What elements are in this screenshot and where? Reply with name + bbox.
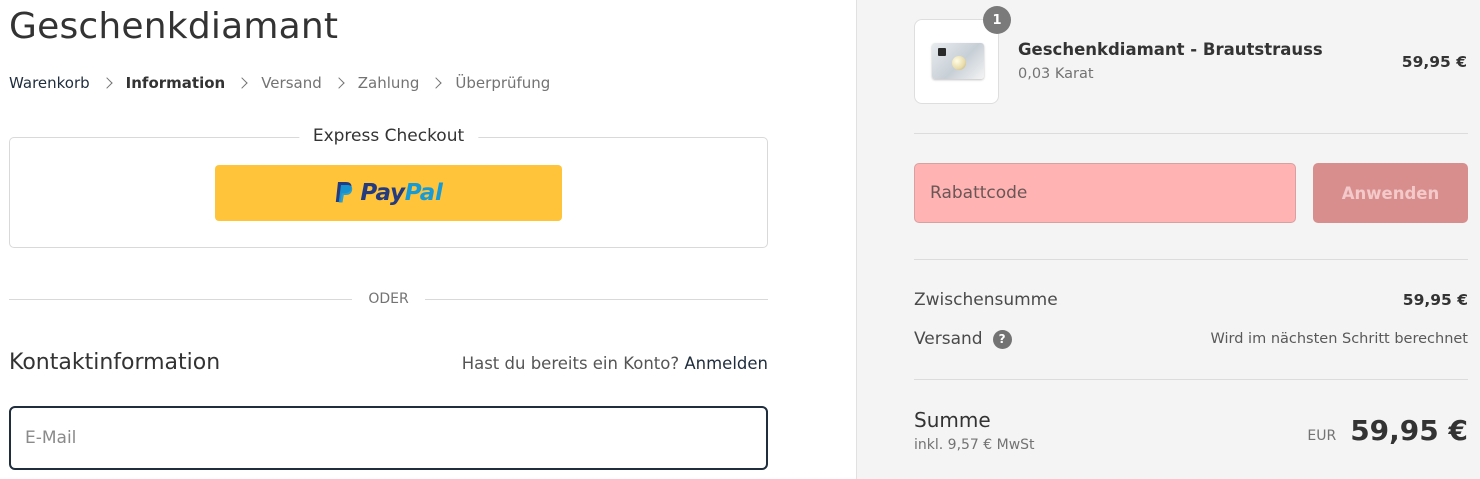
divider bbox=[914, 259, 1468, 260]
paypal-logo-icon bbox=[336, 182, 353, 203]
chevron-right-icon bbox=[333, 77, 345, 89]
or-divider: ODER bbox=[9, 289, 768, 309]
currency-code: EUR bbox=[1307, 428, 1337, 444]
apply-discount-button[interactable]: Anwenden bbox=[1313, 163, 1468, 223]
shipping-value: Wird im nächsten Schritt berechnet bbox=[1210, 331, 1468, 347]
breadcrumb: Warenkorb Information Versand Zahlung Üb… bbox=[9, 74, 550, 92]
divider bbox=[914, 379, 1468, 380]
quantity-badge: 1 bbox=[983, 6, 1011, 34]
express-checkout-title: Express Checkout bbox=[298, 126, 479, 146]
help-icon[interactable]: ? bbox=[992, 329, 1012, 349]
subtotal-row: Zwischensumme 59,95 € bbox=[914, 290, 1468, 310]
product-name: Geschenkdiamant - Brautstrauss bbox=[1018, 40, 1323, 59]
paypal-button[interactable]: PayPal bbox=[215, 165, 562, 221]
total-label: Summe bbox=[914, 408, 991, 432]
product-thumbnail bbox=[914, 19, 999, 104]
breadcrumb-review: Überprüfung bbox=[455, 74, 551, 92]
checkout-main: Geschenkdiamant Warenkorb Information Ve… bbox=[0, 0, 856, 479]
contact-title: Kontaktinformation bbox=[9, 350, 221, 375]
subtotal-label: Zwischensumme bbox=[914, 290, 1058, 310]
email-input[interactable] bbox=[9, 406, 768, 470]
chevron-right-icon bbox=[430, 77, 443, 89]
express-checkout: Express Checkout PayPal bbox=[9, 126, 768, 248]
total-amount: EUR 59,95 € bbox=[1307, 414, 1468, 447]
total-value: 59,95 € bbox=[1350, 414, 1468, 447]
checkout-page: Geschenkdiamant Warenkorb Information Ve… bbox=[0, 0, 1480, 479]
discount-code-input[interactable] bbox=[914, 163, 1296, 223]
chevron-right-icon bbox=[236, 77, 248, 89]
product-price: 59,95 € bbox=[1401, 53, 1467, 71]
product-image bbox=[932, 43, 984, 79]
contact-header: Kontaktinformation Hast du bereits ein K… bbox=[9, 350, 768, 375]
or-label: ODER bbox=[368, 291, 409, 307]
divider bbox=[914, 133, 1468, 134]
shipping-row: Versand ? Wird im nächsten Schritt berec… bbox=[914, 329, 1468, 349]
tax-note: inkl. 9,57 € MwSt bbox=[914, 437, 1035, 453]
breadcrumb-payment: Zahlung bbox=[357, 74, 420, 92]
login-link[interactable]: Anmelden bbox=[684, 354, 768, 373]
login-prompt: Hast du bereits ein Konto? Anmelden bbox=[461, 354, 768, 373]
breadcrumb-cart[interactable]: Warenkorb bbox=[9, 74, 90, 92]
shipping-label: Versand bbox=[914, 329, 983, 349]
shop-title[interactable]: Geschenkdiamant bbox=[9, 6, 338, 47]
chevron-right-icon bbox=[100, 77, 113, 89]
breadcrumb-shipping: Versand bbox=[261, 74, 322, 92]
paypal-wordmark: PayPal bbox=[360, 180, 443, 206]
breadcrumb-information: Information bbox=[125, 74, 226, 92]
product-variant: 0,03 Karat bbox=[1018, 66, 1094, 82]
subtotal-value: 59,95 € bbox=[1402, 291, 1468, 309]
order-summary: 1 Geschenkdiamant - Brautstrauss 0,03 Ka… bbox=[856, 0, 1480, 479]
